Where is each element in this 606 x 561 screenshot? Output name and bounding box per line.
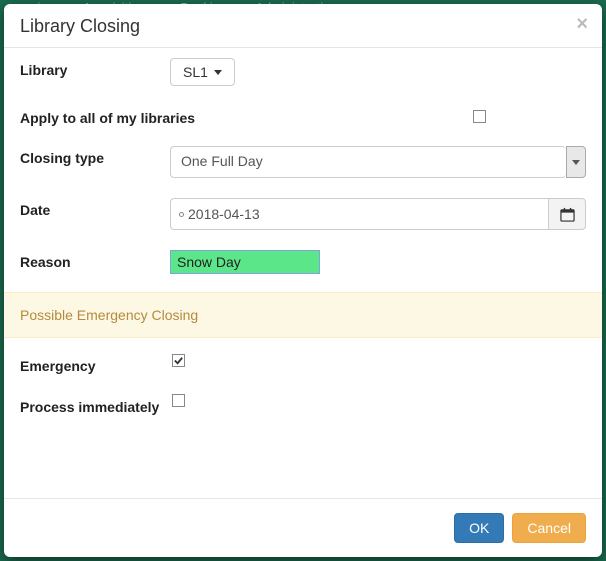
chevron-down-icon <box>214 70 222 75</box>
emergency-alert: Possible Emergency Closing <box>4 292 602 338</box>
modal-header: Library Closing × <box>4 4 602 48</box>
library-select-value: SL1 <box>183 64 208 80</box>
date-clear-icon[interactable] <box>179 212 184 217</box>
closing-type-label: Closing type <box>20 146 170 166</box>
date-input[interactable]: 2018-04-13 <box>170 198 548 230</box>
closing-type-select[interactable]: One Full Day <box>170 146 586 178</box>
library-label: Library <box>20 58 170 78</box>
apply-all-label: Apply to all of my libraries <box>20 106 253 126</box>
calendar-icon <box>560 207 575 222</box>
reason-label: Reason <box>20 250 170 270</box>
close-icon[interactable]: × <box>576 14 588 34</box>
date-label: Date <box>20 198 170 218</box>
ok-button[interactable]: OK <box>454 513 504 543</box>
cancel-button[interactable]: Cancel <box>512 513 586 543</box>
emergency-checkbox[interactable] <box>172 354 185 367</box>
calendar-button[interactable] <box>548 198 586 230</box>
reason-input[interactable] <box>170 250 320 274</box>
chevron-down-icon <box>566 146 586 178</box>
emergency-label: Emergency <box>20 354 170 374</box>
modal-body: Library SL1 Apply to all of my libraries <box>4 48 602 498</box>
process-immediately-label: Process immediately <box>20 394 170 416</box>
date-value: 2018-04-13 <box>188 206 260 222</box>
apply-all-checkbox[interactable] <box>473 110 486 123</box>
library-select[interactable]: SL1 <box>170 58 235 86</box>
modal-footer: OK Cancel <box>4 498 602 557</box>
process-immediately-checkbox[interactable] <box>172 394 185 407</box>
library-closing-modal: Library Closing × Library SL1 Apply to a… <box>4 4 602 557</box>
modal-title: Library Closing <box>20 16 586 37</box>
closing-type-value: One Full Day <box>170 146 566 178</box>
